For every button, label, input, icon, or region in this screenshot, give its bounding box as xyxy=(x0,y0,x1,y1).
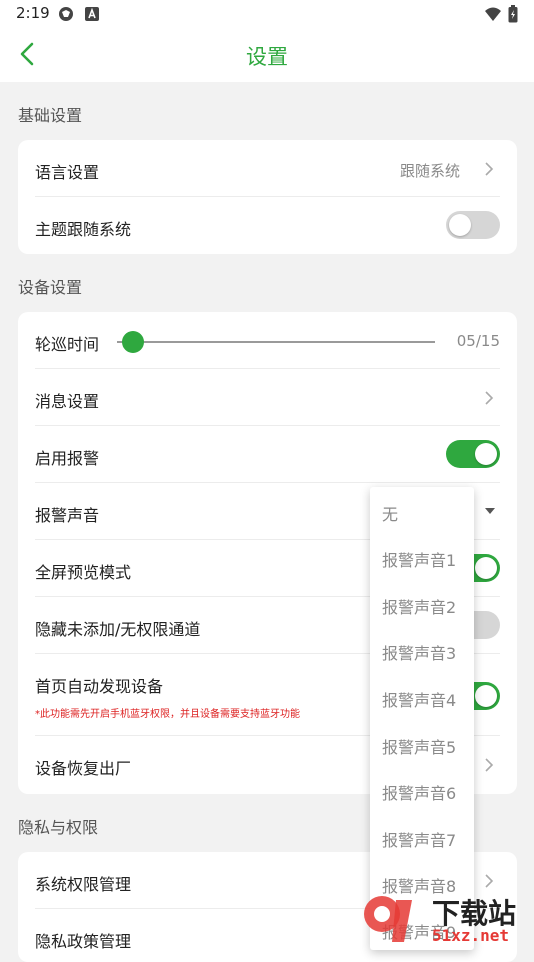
hide-channels-label: 隐藏未添加/无权限通道 xyxy=(35,620,201,639)
toggle-knob xyxy=(449,214,471,236)
auto-discover-label: 首页自动发现设备 xyxy=(35,677,164,696)
alarm-toggle[interactable] xyxy=(446,440,500,468)
section-title-privacy: 隐私与权限 xyxy=(18,818,99,837)
status-bar: 2:19 xyxy=(0,0,534,28)
fullscreen-label: 全屏预览模式 xyxy=(35,563,132,582)
row-message-settings[interactable]: 消息设置 xyxy=(18,369,517,426)
page-title: 设置 xyxy=(246,45,288,69)
row-theme: 主题跟随系统 xyxy=(18,197,517,254)
battery-icon xyxy=(508,5,518,23)
chevron-right-icon xyxy=(485,874,494,888)
theme-label: 主题跟随系统 xyxy=(35,220,132,239)
patrol-slider-track[interactable] xyxy=(117,341,435,343)
patrol-value: 05/15 xyxy=(456,332,500,350)
dropdown-caret-icon[interactable] xyxy=(485,508,495,514)
row-language[interactable]: 语言设置 跟随系统 xyxy=(18,140,517,197)
chevron-right-icon xyxy=(485,162,494,176)
toggle-knob xyxy=(475,685,497,707)
app-notification-icon xyxy=(59,7,73,21)
dropdown-option[interactable]: 报警声音1 xyxy=(382,547,456,571)
system-permission-label: 系统权限管理 xyxy=(35,875,132,894)
language-label: 语言设置 xyxy=(35,163,100,182)
card-basic-settings: 语言设置 跟随系统 主题跟随系统 xyxy=(18,140,517,254)
wifi-icon xyxy=(485,7,501,21)
theme-toggle[interactable] xyxy=(446,211,500,239)
dropdown-option[interactable]: 报警声音3 xyxy=(382,640,456,664)
a-notification-icon xyxy=(85,7,99,21)
alarm-label: 启用报警 xyxy=(35,449,100,468)
toggle-knob xyxy=(475,557,497,579)
privacy-policy-label: 隐私政策管理 xyxy=(35,932,132,951)
patrol-slider-thumb[interactable] xyxy=(122,331,144,353)
row-enable-alarm: 启用报警 xyxy=(18,426,517,483)
message-label: 消息设置 xyxy=(35,392,100,411)
watermark-logo-icon xyxy=(364,896,412,942)
factory-reset-label: 设备恢复出厂 xyxy=(35,759,132,778)
watermark: 下载站 51xz.net xyxy=(362,888,534,950)
app-bar: 设置 xyxy=(0,28,534,82)
language-value: 跟随系统 xyxy=(399,162,460,180)
row-patrol-time: 轮巡时间 05/15 xyxy=(18,312,517,369)
chevron-right-icon xyxy=(485,758,494,772)
patrol-label: 轮巡时间 xyxy=(35,335,100,354)
alarm-sound-dropdown: 无 报警声音1 报警声音2 报警声音3 报警声音4 报警声音5 报警声音6 报警… xyxy=(370,487,474,950)
section-title-basic: 基础设置 xyxy=(18,106,83,125)
section-title-device: 设备设置 xyxy=(18,278,83,297)
chevron-right-icon xyxy=(485,391,494,405)
dropdown-option[interactable]: 报警声音7 xyxy=(382,827,456,851)
dropdown-option[interactable]: 报警声音5 xyxy=(382,734,456,758)
dropdown-option[interactable]: 报警声音6 xyxy=(382,780,456,804)
dropdown-option[interactable]: 报警声音4 xyxy=(382,687,456,711)
auto-discover-note: *此功能需先开启手机蓝牙权限，并且设备需要支持蓝牙功能 xyxy=(35,709,300,720)
watermark-domain: 51xz.net xyxy=(432,926,510,945)
toggle-knob xyxy=(475,443,497,465)
dropdown-option[interactable]: 报警声音2 xyxy=(382,594,456,618)
alarm-sound-label: 报警声音 xyxy=(35,506,100,525)
status-time: 2:19 xyxy=(16,4,50,22)
dropdown-option[interactable]: 无 xyxy=(382,501,398,525)
